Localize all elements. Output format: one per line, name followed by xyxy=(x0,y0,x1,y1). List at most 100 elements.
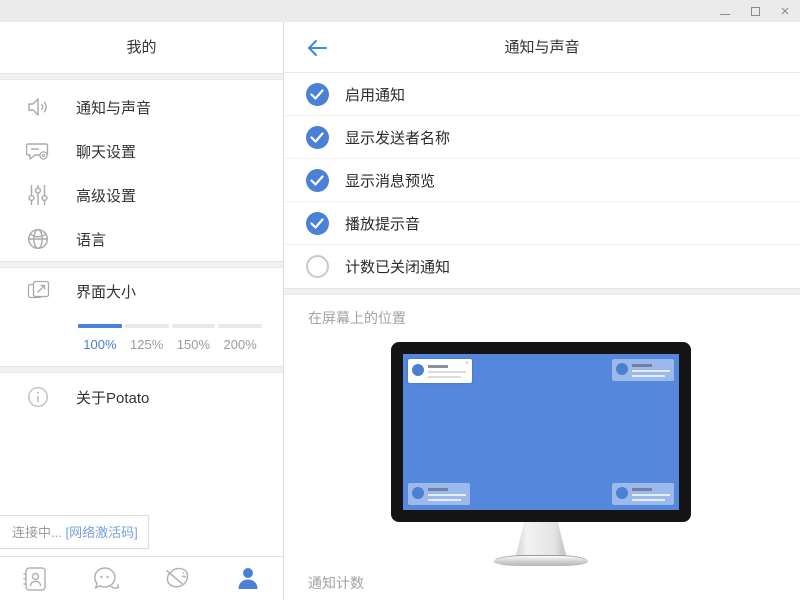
checkbox-icon xyxy=(306,168,329,192)
notification-text-line xyxy=(428,494,466,496)
sidebar-item-notifications[interactable]: 通知与声音 xyxy=(0,85,283,129)
sidebar-item-language[interactable]: 语言 xyxy=(0,217,283,261)
scale-option[interactable]: 150% xyxy=(172,337,216,352)
discover-icon xyxy=(165,567,189,588)
maximize-icon xyxy=(750,6,760,16)
toggle-label: 显示发送者名称 xyxy=(345,129,451,147)
divider xyxy=(0,366,283,373)
position-section-label: 在屏幕上的位置 xyxy=(308,310,406,326)
scale-bar xyxy=(78,324,262,328)
interface-size-label: 界面大小 xyxy=(76,283,137,301)
notification-title-line xyxy=(428,488,448,491)
toggle-show-sender-name[interactable]: 显示发送者名称 xyxy=(284,116,800,159)
scale-option[interactable]: 125% xyxy=(125,337,169,352)
panel-title: 通知与声音 xyxy=(504,39,580,56)
sliders-icon xyxy=(26,183,50,207)
screen-position-picker: × xyxy=(391,342,693,568)
nav-chats[interactable] xyxy=(71,557,142,600)
minimize-icon xyxy=(720,13,730,15)
sidebar-item-label: 语言 xyxy=(76,231,107,249)
sidebar-item-label: 高级设置 xyxy=(76,187,137,205)
notification-close-icon: × xyxy=(464,360,469,367)
monitor-base xyxy=(494,555,588,566)
nav-contacts[interactable] xyxy=(0,557,71,600)
notification-text-line xyxy=(632,370,670,372)
info-icon xyxy=(26,385,50,409)
position-option-top-left[interactable]: × xyxy=(408,359,472,383)
divider xyxy=(284,288,800,295)
monitor-bezel: × xyxy=(391,342,691,522)
notifications-panel: 通知与声音 启用通知 显示发送者名称 显示消息预览 播放提示音 计数已关闭通知 … xyxy=(284,22,800,600)
notification-text-line xyxy=(428,499,461,501)
notification-title-line xyxy=(428,365,448,368)
monitor-screen: × xyxy=(403,354,679,510)
speaker-icon xyxy=(26,95,50,119)
notification-title-line xyxy=(632,364,652,367)
toggle-list: 启用通知 显示发送者名称 显示消息预览 播放提示音 计数已关闭通知 xyxy=(284,73,800,288)
about-label: 关于Potato xyxy=(76,389,150,407)
scale-segment-100[interactable] xyxy=(78,324,122,328)
notification-text-line xyxy=(632,499,665,501)
toggle-play-sound[interactable]: 播放提示音 xyxy=(284,202,800,245)
scale-option[interactable]: 200% xyxy=(218,337,262,352)
contacts-icon xyxy=(23,566,47,591)
scale-selector: 100% 125% 150% 200% xyxy=(78,324,262,352)
notification-text-line xyxy=(428,376,461,378)
notification-avatar xyxy=(616,487,628,499)
interface-size-row: 界面大小 xyxy=(0,270,283,312)
sidebar-item-advanced-settings[interactable]: 高级设置 xyxy=(0,173,283,217)
notification-text-line xyxy=(428,371,466,373)
connection-status-tooltip: 连接中... [网络激活码] xyxy=(0,515,149,549)
sidebar-item-about[interactable]: 关于Potato xyxy=(0,375,283,419)
position-option-top-right[interactable] xyxy=(612,359,674,381)
position-option-bottom-right[interactable] xyxy=(612,483,674,505)
notification-count-label: 通知计数 xyxy=(308,575,364,591)
notification-text-line xyxy=(632,375,665,377)
scale-option[interactable]: 100% xyxy=(78,337,122,352)
chat-settings-icon xyxy=(26,139,50,163)
window-titlebar: × xyxy=(0,0,800,22)
toggle-count-muted-notifications[interactable]: 计数已关闭通知 xyxy=(284,245,800,288)
notification-text-line xyxy=(632,494,670,496)
profile-icon xyxy=(238,567,258,589)
nav-profile[interactable] xyxy=(212,557,283,600)
position-option-bottom-left[interactable] xyxy=(408,483,470,505)
bottom-nav xyxy=(0,556,283,600)
sidebar-title: 我的 xyxy=(0,22,283,73)
chats-icon xyxy=(94,566,120,589)
checkbox-icon xyxy=(306,255,329,278)
scale-segment-150[interactable] xyxy=(171,324,216,328)
settings-menu: 通知与声音 聊天设置 高级设置 语言 xyxy=(0,80,283,261)
toggle-label: 计数已关闭通知 xyxy=(345,259,451,276)
resize-icon xyxy=(26,279,50,303)
notification-avatar xyxy=(616,363,628,375)
potato-settings-window: × 我的 通知与声音 聊天设置 高级设置 语言 界面大小 100% 125% 1… xyxy=(0,0,800,600)
scale-labels: 100% 125% 150% 200% xyxy=(78,337,262,352)
scale-segment-200[interactable] xyxy=(218,324,262,328)
toggle-label: 显示消息预览 xyxy=(345,172,436,190)
back-arrow-icon xyxy=(308,40,327,56)
maximize-button[interactable] xyxy=(740,0,770,22)
sidebar-item-label: 通知与声音 xyxy=(76,99,152,117)
back-button[interactable] xyxy=(304,35,330,61)
scale-segment-125[interactable] xyxy=(124,324,169,328)
divider xyxy=(0,73,283,80)
toggle-label: 启用通知 xyxy=(345,86,406,104)
sidebar-item-label: 聊天设置 xyxy=(76,143,137,161)
divider xyxy=(0,261,283,268)
minimize-button[interactable] xyxy=(710,0,740,22)
nav-discover[interactable] xyxy=(142,557,213,600)
network-activation-link[interactable]: [网络激活码] xyxy=(65,525,137,540)
monitor-stand xyxy=(515,522,567,556)
sidebar-item-chat-settings[interactable]: 聊天设置 xyxy=(0,129,283,173)
checkbox-icon xyxy=(306,211,329,235)
notification-title-line xyxy=(632,488,652,491)
connecting-text: 连接中... xyxy=(12,525,62,540)
checkbox-icon xyxy=(306,125,329,149)
toggle-enable-notifications[interactable]: 启用通知 xyxy=(284,73,800,116)
toggle-show-message-preview[interactable]: 显示消息预览 xyxy=(284,159,800,202)
close-button[interactable]: × xyxy=(770,0,800,22)
panel-header: 通知与声音 xyxy=(284,22,800,73)
checkbox-icon xyxy=(306,82,329,106)
globe-icon xyxy=(26,227,50,251)
